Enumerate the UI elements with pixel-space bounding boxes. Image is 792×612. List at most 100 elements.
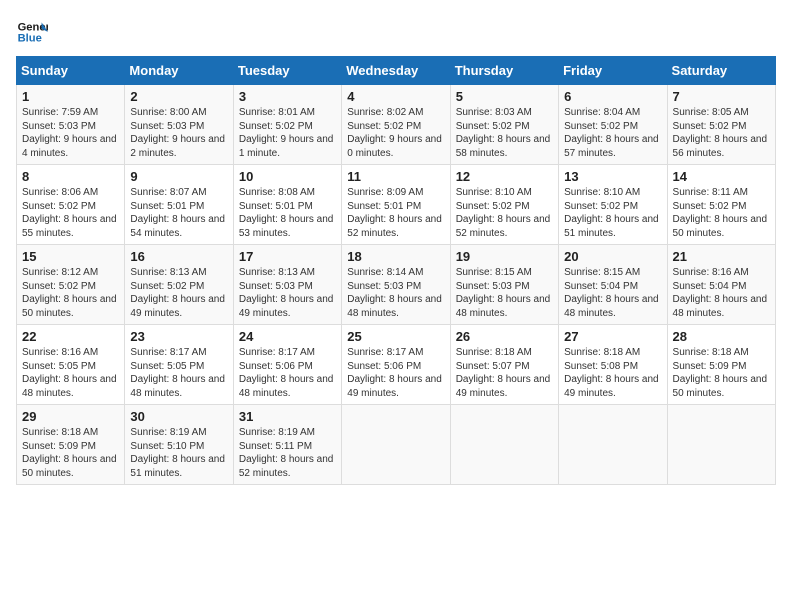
calendar-cell: 12 Sunrise: 8:10 AM Sunset: 5:02 PM Dayl… (450, 165, 558, 245)
day-info: Sunrise: 8:13 AM Sunset: 5:03 PM Dayligh… (239, 266, 336, 320)
day-number: 8 (22, 169, 119, 184)
calendar-cell: 30 Sunrise: 8:19 AM Sunset: 5:10 PM Dayl… (125, 405, 233, 485)
day-info: Sunrise: 8:01 AM Sunset: 5:02 PM Dayligh… (239, 106, 336, 160)
day-info: Sunrise: 8:18 AM Sunset: 5:09 PM Dayligh… (22, 426, 119, 480)
calendar-cell: 20 Sunrise: 8:15 AM Sunset: 5:04 PM Dayl… (559, 245, 667, 325)
day-number: 2 (130, 89, 227, 104)
day-number: 20 (564, 249, 661, 264)
week-row-3: 15 Sunrise: 8:12 AM Sunset: 5:02 PM Dayl… (17, 245, 776, 325)
day-number: 30 (130, 409, 227, 424)
day-info: Sunrise: 8:11 AM Sunset: 5:02 PM Dayligh… (673, 186, 770, 240)
day-number: 12 (456, 169, 553, 184)
week-row-2: 8 Sunrise: 8:06 AM Sunset: 5:02 PM Dayli… (17, 165, 776, 245)
day-number: 16 (130, 249, 227, 264)
calendar-cell: 27 Sunrise: 8:18 AM Sunset: 5:08 PM Dayl… (559, 325, 667, 405)
calendar-cell: 17 Sunrise: 8:13 AM Sunset: 5:03 PM Dayl… (233, 245, 341, 325)
day-number: 21 (673, 249, 770, 264)
day-info: Sunrise: 8:13 AM Sunset: 5:02 PM Dayligh… (130, 266, 227, 320)
day-number: 29 (22, 409, 119, 424)
day-info: Sunrise: 8:15 AM Sunset: 5:03 PM Dayligh… (456, 266, 553, 320)
day-info: Sunrise: 8:16 AM Sunset: 5:05 PM Dayligh… (22, 346, 119, 400)
weekday-tuesday: Tuesday (233, 57, 341, 85)
day-number: 3 (239, 89, 336, 104)
calendar-cell: 31 Sunrise: 8:19 AM Sunset: 5:11 PM Dayl… (233, 405, 341, 485)
weekday-header-row: SundayMondayTuesdayWednesdayThursdayFrid… (17, 57, 776, 85)
calendar-cell: 19 Sunrise: 8:15 AM Sunset: 5:03 PM Dayl… (450, 245, 558, 325)
calendar-cell: 23 Sunrise: 8:17 AM Sunset: 5:05 PM Dayl… (125, 325, 233, 405)
calendar-body: 1 Sunrise: 7:59 AM Sunset: 5:03 PM Dayli… (17, 85, 776, 485)
day-info: Sunrise: 8:03 AM Sunset: 5:02 PM Dayligh… (456, 106, 553, 160)
day-number: 9 (130, 169, 227, 184)
week-row-4: 22 Sunrise: 8:16 AM Sunset: 5:05 PM Dayl… (17, 325, 776, 405)
day-info: Sunrise: 8:14 AM Sunset: 5:03 PM Dayligh… (347, 266, 444, 320)
day-number: 13 (564, 169, 661, 184)
calendar-cell: 24 Sunrise: 8:17 AM Sunset: 5:06 PM Dayl… (233, 325, 341, 405)
day-info: Sunrise: 8:02 AM Sunset: 5:02 PM Dayligh… (347, 106, 444, 160)
day-info: Sunrise: 8:19 AM Sunset: 5:10 PM Dayligh… (130, 426, 227, 480)
day-info: Sunrise: 8:09 AM Sunset: 5:01 PM Dayligh… (347, 186, 444, 240)
calendar-table: SundayMondayTuesdayWednesdayThursdayFrid… (16, 56, 776, 485)
day-number: 24 (239, 329, 336, 344)
weekday-wednesday: Wednesday (342, 57, 450, 85)
week-row-1: 1 Sunrise: 7:59 AM Sunset: 5:03 PM Dayli… (17, 85, 776, 165)
day-number: 19 (456, 249, 553, 264)
day-number: 15 (22, 249, 119, 264)
calendar-cell (667, 405, 775, 485)
logo-icon: General Blue (16, 16, 48, 48)
calendar-cell: 7 Sunrise: 8:05 AM Sunset: 5:02 PM Dayli… (667, 85, 775, 165)
calendar-cell (342, 405, 450, 485)
day-info: Sunrise: 8:00 AM Sunset: 5:03 PM Dayligh… (130, 106, 227, 160)
day-number: 18 (347, 249, 444, 264)
calendar-cell: 8 Sunrise: 8:06 AM Sunset: 5:02 PM Dayli… (17, 165, 125, 245)
calendar-cell: 3 Sunrise: 8:01 AM Sunset: 5:02 PM Dayli… (233, 85, 341, 165)
day-info: Sunrise: 8:08 AM Sunset: 5:01 PM Dayligh… (239, 186, 336, 240)
day-info: Sunrise: 8:17 AM Sunset: 5:06 PM Dayligh… (239, 346, 336, 400)
calendar-cell: 15 Sunrise: 8:12 AM Sunset: 5:02 PM Dayl… (17, 245, 125, 325)
weekday-saturday: Saturday (667, 57, 775, 85)
day-info: Sunrise: 8:06 AM Sunset: 5:02 PM Dayligh… (22, 186, 119, 240)
day-info: Sunrise: 8:18 AM Sunset: 5:09 PM Dayligh… (673, 346, 770, 400)
day-number: 17 (239, 249, 336, 264)
day-number: 11 (347, 169, 444, 184)
day-number: 26 (456, 329, 553, 344)
weekday-thursday: Thursday (450, 57, 558, 85)
day-number: 6 (564, 89, 661, 104)
calendar-cell: 6 Sunrise: 8:04 AM Sunset: 5:02 PM Dayli… (559, 85, 667, 165)
logo: General Blue (16, 16, 48, 48)
calendar-cell: 22 Sunrise: 8:16 AM Sunset: 5:05 PM Dayl… (17, 325, 125, 405)
day-info: Sunrise: 8:05 AM Sunset: 5:02 PM Dayligh… (673, 106, 770, 160)
calendar-cell: 1 Sunrise: 7:59 AM Sunset: 5:03 PM Dayli… (17, 85, 125, 165)
day-number: 1 (22, 89, 119, 104)
day-info: Sunrise: 8:07 AM Sunset: 5:01 PM Dayligh… (130, 186, 227, 240)
day-number: 31 (239, 409, 336, 424)
weekday-monday: Monday (125, 57, 233, 85)
day-info: Sunrise: 8:17 AM Sunset: 5:05 PM Dayligh… (130, 346, 227, 400)
calendar-cell: 18 Sunrise: 8:14 AM Sunset: 5:03 PM Dayl… (342, 245, 450, 325)
day-number: 10 (239, 169, 336, 184)
day-number: 25 (347, 329, 444, 344)
day-number: 22 (22, 329, 119, 344)
svg-text:Blue: Blue (18, 33, 42, 45)
day-info: Sunrise: 8:10 AM Sunset: 5:02 PM Dayligh… (564, 186, 661, 240)
calendar-cell: 14 Sunrise: 8:11 AM Sunset: 5:02 PM Dayl… (667, 165, 775, 245)
day-number: 23 (130, 329, 227, 344)
day-number: 14 (673, 169, 770, 184)
calendar-cell: 10 Sunrise: 8:08 AM Sunset: 5:01 PM Dayl… (233, 165, 341, 245)
calendar-cell: 4 Sunrise: 8:02 AM Sunset: 5:02 PM Dayli… (342, 85, 450, 165)
calendar-cell: 2 Sunrise: 8:00 AM Sunset: 5:03 PM Dayli… (125, 85, 233, 165)
day-number: 5 (456, 89, 553, 104)
day-info: Sunrise: 8:18 AM Sunset: 5:07 PM Dayligh… (456, 346, 553, 400)
day-number: 4 (347, 89, 444, 104)
day-info: Sunrise: 8:16 AM Sunset: 5:04 PM Dayligh… (673, 266, 770, 320)
page-header: General Blue (16, 16, 776, 48)
day-number: 28 (673, 329, 770, 344)
day-info: Sunrise: 7:59 AM Sunset: 5:03 PM Dayligh… (22, 106, 119, 160)
calendar-cell: 29 Sunrise: 8:18 AM Sunset: 5:09 PM Dayl… (17, 405, 125, 485)
calendar-cell: 26 Sunrise: 8:18 AM Sunset: 5:07 PM Dayl… (450, 325, 558, 405)
day-info: Sunrise: 8:18 AM Sunset: 5:08 PM Dayligh… (564, 346, 661, 400)
day-number: 27 (564, 329, 661, 344)
calendar-cell: 11 Sunrise: 8:09 AM Sunset: 5:01 PM Dayl… (342, 165, 450, 245)
calendar-cell (450, 405, 558, 485)
day-info: Sunrise: 8:15 AM Sunset: 5:04 PM Dayligh… (564, 266, 661, 320)
day-info: Sunrise: 8:19 AM Sunset: 5:11 PM Dayligh… (239, 426, 336, 480)
